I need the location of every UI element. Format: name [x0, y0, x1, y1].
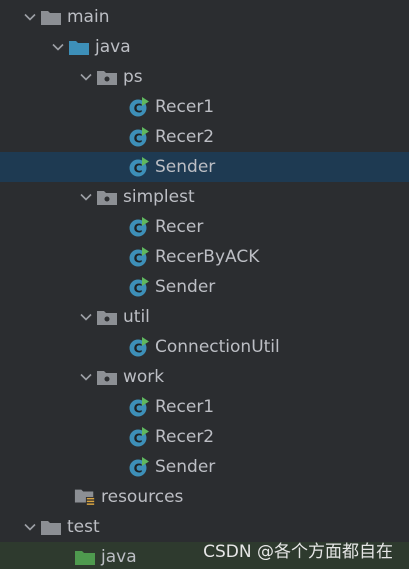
tree-node-label: test	[67, 517, 100, 537]
svg-text:C: C	[134, 342, 143, 356]
source-folder-icon	[68, 32, 90, 62]
svg-text:C: C	[134, 222, 143, 236]
tree-node-label: main	[67, 7, 110, 27]
package-icon	[96, 302, 118, 332]
java-class-run-icon: C	[128, 452, 150, 482]
package-icon	[96, 182, 118, 212]
tree-node-class-simplest-sender[interactable]: C Sender	[0, 272, 409, 302]
tree-node-label: Recer	[155, 217, 204, 237]
chevron-down-icon[interactable]	[76, 62, 96, 92]
chevron-down-icon[interactable]	[20, 2, 40, 32]
tree-node-class-work-recer1[interactable]: C Recer1	[0, 392, 409, 422]
tree-node-class-ps-recer1[interactable]: C Recer1	[0, 92, 409, 122]
chevron-down-icon[interactable]	[76, 182, 96, 212]
tree-node-label: Sender	[155, 457, 216, 477]
tree-node-label: util	[123, 307, 150, 327]
tree-node-label: Recer2	[155, 427, 215, 447]
chevron-down-icon[interactable]	[76, 362, 96, 392]
java-class-run-icon: C	[128, 152, 150, 182]
tree-node-label: java	[101, 547, 137, 567]
folder-icon	[40, 2, 62, 32]
tree-node-class-simplest-recerbyack[interactable]: C RecerByACK	[0, 242, 409, 272]
tree-node-class-simplest-recer[interactable]: C Recer	[0, 212, 409, 242]
java-class-run-icon: C	[128, 122, 150, 152]
tree-node-class-util-connectionutil[interactable]: C ConnectionUtil	[0, 332, 409, 362]
svg-text:C: C	[134, 432, 143, 446]
tree-node-package-simplest[interactable]: simplest	[0, 182, 409, 212]
svg-text:C: C	[134, 462, 143, 476]
tree-node-class-ps-sender[interactable]: C Sender	[0, 152, 409, 182]
svg-text:C: C	[134, 102, 143, 116]
test-source-folder-icon	[74, 542, 96, 569]
chevron-down-icon[interactable]	[48, 32, 68, 62]
tree-node-package-util[interactable]: util	[0, 302, 409, 332]
tree-node-label: Recer1	[155, 97, 215, 117]
java-class-run-icon: C	[128, 212, 150, 242]
chevron-down-icon[interactable]	[20, 512, 40, 542]
tree-node-label: Recer1	[155, 397, 215, 417]
java-class-run-icon: C	[128, 92, 150, 122]
svg-text:C: C	[134, 402, 143, 416]
package-icon	[96, 362, 118, 392]
tree-node-java[interactable]: java	[0, 32, 409, 62]
tree-node-label: simplest	[123, 187, 195, 207]
resources-folder-icon	[74, 482, 96, 512]
tree-node-label: RecerByACK	[155, 247, 260, 267]
tree-node-class-work-sender[interactable]: C Sender	[0, 452, 409, 482]
watermark: CSDN @各个方面都自在	[203, 542, 393, 562]
tree-node-label: ps	[123, 67, 143, 87]
tree-node-package-work[interactable]: work	[0, 362, 409, 392]
svg-text:C: C	[134, 252, 143, 266]
svg-text:C: C	[134, 162, 143, 176]
tree-node-label: work	[123, 367, 165, 387]
project-tree: main java ps C Recer1 C Recer2 C Sender …	[0, 0, 409, 569]
java-class-run-icon: C	[128, 272, 150, 302]
tree-node-class-ps-recer2[interactable]: C Recer2	[0, 122, 409, 152]
tree-node-label: java	[95, 37, 131, 57]
svg-text:C: C	[134, 132, 143, 146]
tree-node-label: resources	[101, 487, 184, 507]
tree-node-resources[interactable]: resources	[0, 482, 409, 512]
chevron-down-icon[interactable]	[76, 302, 96, 332]
java-class-run-icon: C	[128, 332, 150, 362]
tree-node-label: ConnectionUtil	[155, 337, 280, 357]
java-class-run-icon: C	[128, 392, 150, 422]
tree-node-main[interactable]: main	[0, 2, 409, 32]
tree-node-package-ps[interactable]: ps	[0, 62, 409, 92]
java-class-run-icon: C	[128, 242, 150, 272]
tree-node-label: Sender	[155, 157, 216, 177]
java-class-run-icon: C	[128, 422, 150, 452]
tree-node-label: Recer2	[155, 127, 215, 147]
package-icon	[96, 62, 118, 92]
svg-text:C: C	[134, 282, 143, 296]
tree-node-class-work-recer2[interactable]: C Recer2	[0, 422, 409, 452]
tree-node-label: Sender	[155, 277, 216, 297]
folder-icon	[40, 512, 62, 542]
